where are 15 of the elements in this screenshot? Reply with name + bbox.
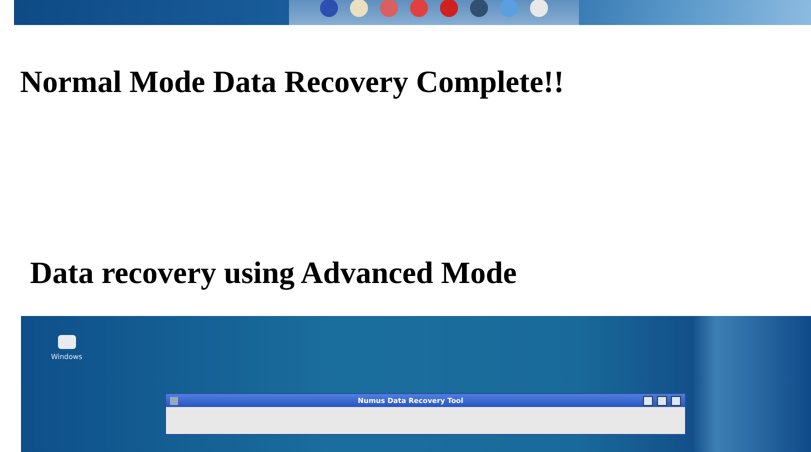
- dock-app-icon: [467, 0, 491, 18]
- section-heading: Data recovery using Advanced Mode: [30, 255, 518, 291]
- dock-app-icon: [407, 0, 431, 18]
- app-icon: [170, 396, 178, 404]
- section-heading: Normal Mode Data Recovery Complete!!: [20, 64, 566, 100]
- dock-app-icon: [347, 0, 371, 18]
- dock-app-icon: [437, 0, 461, 18]
- close-button[interactable]: [671, 396, 681, 406]
- dock-app-icon: [527, 0, 551, 18]
- dock-app-icon: [377, 0, 401, 18]
- maximize-button[interactable]: [657, 396, 667, 406]
- dock-app-icon: [497, 0, 521, 18]
- dock-app-icon: [317, 0, 341, 18]
- drive-icon: [56, 334, 77, 350]
- minimize-button[interactable]: [643, 396, 653, 406]
